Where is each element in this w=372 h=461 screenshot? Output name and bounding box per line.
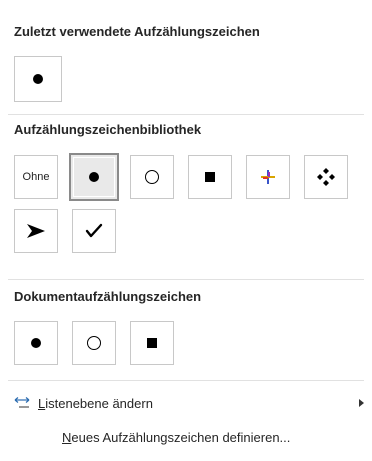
menu-item-define-new-bullet[interactable]: Neues Aufzählungszeichen definieren... xyxy=(0,423,372,451)
menu-item-change-list-level[interactable]: Listenebene ändern xyxy=(0,389,372,417)
bullet-library-menu: Zuletzt verwendete Aufzählungszeichen Au… xyxy=(0,0,372,461)
divider xyxy=(8,279,364,280)
section-title-recent: Zuletzt verwendete Aufzählungszeichen xyxy=(14,24,260,39)
section-title-library: Aufzählungszeichenbibliothek xyxy=(14,122,202,137)
recent-bullet-filled-circle[interactable] xyxy=(14,56,62,102)
hollow-circle-icon xyxy=(87,336,101,350)
none-label: Ohne xyxy=(22,171,50,183)
library-bullet-colorful-star[interactable] xyxy=(246,155,290,199)
filled-square-icon xyxy=(147,338,157,348)
chevron-right-icon xyxy=(359,399,364,407)
section-title-document: Dokumentaufzählungszeichen xyxy=(14,289,202,304)
filled-square-icon xyxy=(205,172,215,182)
library-bullet-none[interactable]: Ohne xyxy=(14,155,58,199)
checkmark-icon xyxy=(85,223,103,238)
indent-arrows-icon xyxy=(14,397,30,408)
document-bullet-hollow-circle[interactable] xyxy=(72,321,116,365)
library-bullet-checkmark[interactable] xyxy=(72,209,116,253)
change-list-level-label: Listenebene ändern xyxy=(38,395,153,411)
document-bullet-filled-circle[interactable] xyxy=(14,321,58,365)
library-bullet-arrowhead[interactable] xyxy=(14,209,58,253)
document-bullet-filled-square[interactable] xyxy=(130,321,174,365)
define-new-bullet-label: Neues Aufzählungszeichen definieren... xyxy=(62,429,291,445)
filled-circle-icon xyxy=(31,338,41,348)
filled-circle-icon xyxy=(33,74,43,84)
library-bullet-hollow-circle[interactable] xyxy=(130,155,174,199)
library-bullet-four-diamond[interactable] xyxy=(304,155,348,199)
colorful-star-icon xyxy=(261,170,275,184)
divider xyxy=(8,114,364,115)
library-bullet-filled-circle[interactable] xyxy=(69,153,119,201)
divider xyxy=(8,380,364,381)
hollow-circle-icon xyxy=(145,170,159,184)
library-bullet-filled-square[interactable] xyxy=(188,155,232,199)
arrowhead-icon xyxy=(27,224,45,238)
four-diamond-icon xyxy=(317,168,335,186)
filled-circle-icon xyxy=(89,172,99,182)
